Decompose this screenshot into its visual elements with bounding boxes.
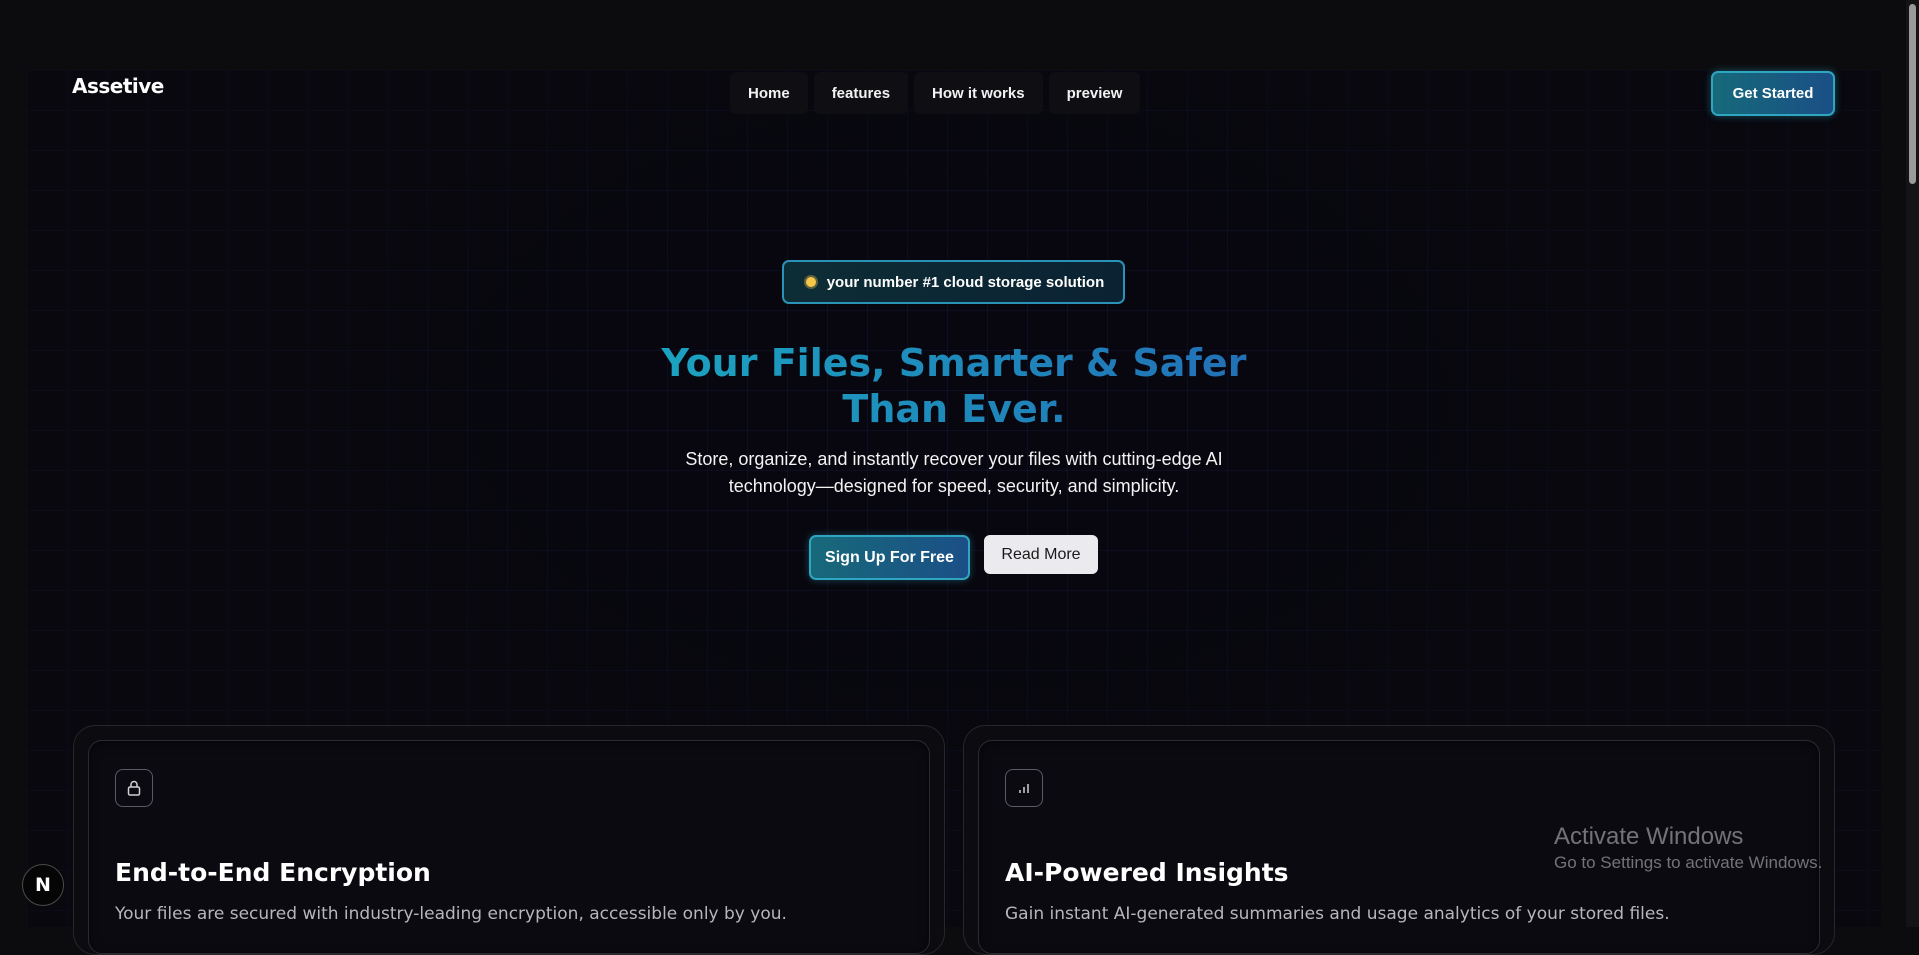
nextjs-dev-badge[interactable]: N [22, 864, 64, 906]
feature-description: Your files are secured with industry-lea… [115, 904, 787, 924]
read-more-button[interactable]: Read More [984, 535, 1098, 574]
feature-description: Gain instant AI-generated summaries and … [1005, 904, 1670, 924]
windows-activation-watermark: Activate Windows Go to Settings to activ… [1554, 822, 1822, 874]
browser-viewport: Assetive Home features How it works prev… [0, 0, 1919, 955]
lock-icon [115, 769, 153, 807]
hero-subtitle-line-1: Store, organize, and instantly recover y… [685, 449, 1223, 469]
scrollbar-thumb[interactable] [1909, 4, 1916, 184]
feature-title: End-to-End Encryption [115, 858, 431, 887]
hero-subtitle-line-2: technology—designed for speed, security,… [728, 476, 1180, 496]
feature-card-encryption: End-to-End Encryption Your files are sec… [73, 725, 945, 955]
hero-title: Your Files, Smarter & Safer Than Ever. [659, 340, 1249, 432]
feature-title: AI-Powered Insights [1005, 858, 1289, 887]
activate-windows-subtitle: Go to Settings to activate Windows. [1554, 853, 1823, 872]
feature-card-inner: End-to-End Encryption Your files are sec… [88, 740, 930, 954]
page-scrollbar[interactable] [1906, 0, 1919, 927]
activate-windows-title: Activate Windows [1554, 823, 1744, 850]
nav-item-home[interactable]: Home [730, 72, 808, 114]
hero-badge-text: your number #1 cloud storage solution [826, 273, 1105, 291]
brand-logo[interactable]: Assetive [72, 74, 164, 98]
hero-subtitle: Store, organize, and instantly recover y… [669, 446, 1239, 500]
get-started-button[interactable]: Get Started [1711, 71, 1835, 116]
main-nav: Home features How it works preview [730, 72, 1141, 114]
nav-item-features[interactable]: features [813, 72, 909, 114]
nav-item-preview[interactable]: preview [1048, 72, 1141, 114]
sign-up-button[interactable]: Sign Up For Free [809, 535, 970, 580]
sun-icon [803, 274, 819, 290]
bar-chart-icon [1005, 769, 1043, 807]
nav-item-how-it-works[interactable]: How it works [914, 72, 1043, 114]
hero-title-line-2: Than Ever. [842, 387, 1066, 431]
hero-title-line-1: Your Files, Smarter & Safer [661, 341, 1247, 385]
hero-badge: your number #1 cloud storage solution [782, 260, 1125, 304]
